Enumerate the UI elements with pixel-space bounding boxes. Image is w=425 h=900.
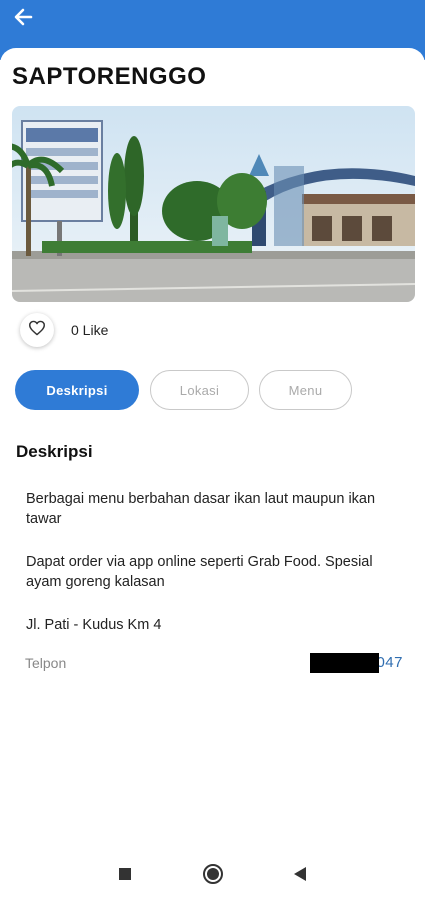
triangle-back-icon xyxy=(293,866,307,887)
tab-deskripsi[interactable]: Deskripsi xyxy=(15,370,139,410)
back-button[interactable] xyxy=(6,4,40,34)
phone-label: Telpon xyxy=(25,655,67,671)
restaurant-photo xyxy=(12,106,415,302)
address-text: Jl. Pati - Kudus Km 4 xyxy=(26,617,162,633)
description-text: Berbagai menu berbahan dasar ikan laut m… xyxy=(26,491,376,527)
heart-outline-icon xyxy=(28,320,46,341)
arrow-left-icon xyxy=(13,8,33,31)
page-title: SAPTORENGGO xyxy=(12,63,207,90)
tab-menu[interactable]: Menu xyxy=(259,370,352,410)
system-back-button[interactable] xyxy=(288,864,312,888)
home-button[interactable] xyxy=(201,863,225,890)
tab-lokasi[interactable]: Lokasi xyxy=(150,370,249,410)
section-heading: Deskripsi xyxy=(16,442,93,461)
redaction-box xyxy=(310,653,379,673)
circle-icon xyxy=(202,863,224,890)
like-count: 0 Like xyxy=(71,322,109,338)
like-button[interactable] xyxy=(20,313,54,347)
order-info-text: Dapat order via app online seperti Grab … xyxy=(26,554,373,590)
recents-button[interactable] xyxy=(113,864,137,888)
square-icon xyxy=(118,867,132,886)
